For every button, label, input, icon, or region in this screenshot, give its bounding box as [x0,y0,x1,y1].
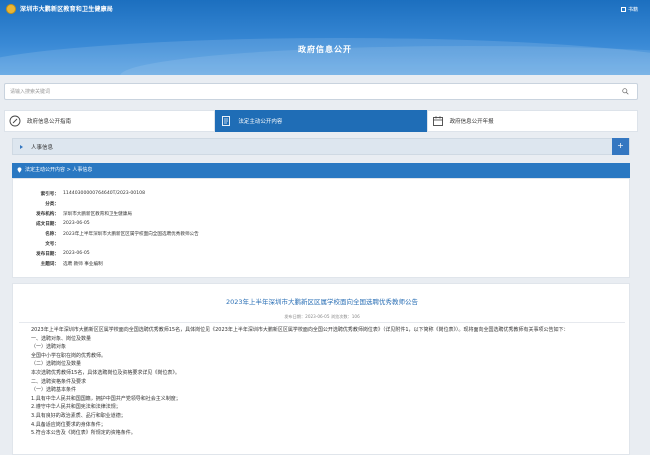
article-paragraph: 二、选聘资格条件及要求 [31,378,87,385]
search-box[interactable]: 请输入搜索关键词 [4,83,638,100]
article-paragraph: 1.具有中华人民共和国国籍，拥护中国共产党领导和社会主义制度； [31,395,181,402]
expand-plus-button[interactable]: + [612,138,629,155]
document-meta-panel: 索引号： 11440300000764640T/2023-00108 分类： 发… [12,178,630,278]
section-header[interactable]: 人事信息 + [12,138,630,155]
article-body: 2023年上半年深圳市大鹏新区区属学校面向全国选聘优秀教师15名，具体岗位见《2… [31,326,619,438]
compass-icon [9,115,21,127]
article-paragraph: （一）选聘对象 [31,344,67,351]
page-title: 政府信息公开 [298,45,352,54]
triangle-right-icon [20,145,23,149]
tab-annual-report[interactable]: 政府信息公开年报 [426,110,638,132]
emblem-icon [6,4,16,14]
section-label: 人事信息 [31,145,54,151]
meta-value: 深圳市大鹏新区教育和卫生健康局 [63,212,132,217]
breadcrumb: 法定主动公开内容 > 人事信息 [12,163,630,178]
tab-guide[interactable]: 政府信息公开指南 [4,110,216,132]
meta-key: 分类： [45,202,59,207]
calendar-icon [432,116,443,126]
article-paragraph: 5.符合本公告及《岗位表》所规定的资格条件。 [31,430,136,437]
meta-value: 2023年上半年深圳市大鹏新区区属学校面向全国选聘优秀教师公告 [63,232,199,237]
article-paragraph: （一）选聘基本条件 [31,387,77,394]
meta-row: 索引号： 11440300000764640T/2023-00108 [13,191,145,200]
location-pin-icon [17,167,22,173]
meta-row: 发布机构： 深圳市大鹏新区教育和卫生健康局 [13,211,132,220]
meta-row: 名称： 2023年上半年深圳市大鹏新区区属学校面向全国选聘优秀教师公告 [13,231,199,240]
meta-value: 2023-06-05 [63,251,90,256]
meta-row: 文号： [13,241,63,250]
book-icon [620,7,626,12]
search-icon[interactable] [622,88,629,95]
article-paragraph: 一、选聘对象、岗位及数量 [31,335,92,342]
meta-row: 分类： [13,201,63,210]
meta-value: 11440300000764640T/2023-00108 [63,191,146,196]
meta-row: 主题词： 选聘 教师 事业编制 [13,261,103,270]
meta-value: 选聘 教师 事业编制 [63,262,103,267]
meta-key: 成文日期： [36,222,59,227]
search-input[interactable]: 请输入搜索关键词 [10,88,50,95]
article-paragraph: 3.具有良好的政治素质、品行和职业道德； [31,412,126,419]
info-tabs: 政府信息公开指南 法定主动公开内容 政府信息公开年报 [4,110,638,132]
site-name[interactable]: 深圳市大鹏新区教育和卫生健康局 [20,4,113,13]
meta-key: 发布机构： [36,212,59,217]
meta-key: 索引号： [40,192,59,197]
meta-row: 成文日期： 2023-06-05 [13,221,90,230]
meta-row: 发布日期： 2023-06-05 [13,251,90,260]
divider [19,322,625,323]
article-paragraph: 2023年上半年深圳市大鹏新区区属学校面向全国选聘优秀教师15名，具体岗位见《2… [31,327,569,333]
article-paragraph: 4.具备适应岗位要求的身体条件； [31,421,106,428]
article-paragraph: （二）选聘岗位及数量 [31,361,82,368]
tab-label: 政府信息公开指南 [27,119,72,125]
tab-active-content[interactable]: 法定主动公开内容 [215,110,427,132]
article-paragraph: 全国中小学在职在岗的优秀教师。 [31,352,107,359]
document-icon [222,116,231,126]
meta-key: 名称： [45,232,59,237]
header-tools[interactable]: 书籍 [620,6,638,13]
tools-label[interactable]: 书籍 [628,6,638,13]
article-paragraph: 本次选聘优秀教师15名，具体选聘岗位及资格要求详见《岗位表》。 [31,369,180,376]
article-title: 2023年上半年深圳市大鹏新区区属学校面向全国选聘优秀教师公告 [225,298,419,306]
tab-label: 政府信息公开年报 [449,119,494,125]
meta-key: 文号： [45,242,59,247]
article-paragraph: 2.遵守中华人民共和国宪法和法律法规； [31,404,121,411]
breadcrumb-text[interactable]: 法定主动公开内容 > 人事信息 [25,166,92,173]
tab-label: 法定主动公开内容 [238,119,283,125]
article: 2023年上半年深圳市大鹏新区区属学校面向全国选聘优秀教师公告 发布日期：202… [12,283,630,455]
meta-key: 主题词： [40,262,59,267]
meta-value: 2023-06-05 [63,221,90,226]
site-header: 深圳市大鹏新区教育和卫生健康局 书籍 政府信息公开 [0,0,650,75]
meta-key: 发布日期： [36,252,59,257]
article-meta: 发布日期：2023-06-05 浏览次数：106 [284,314,360,319]
